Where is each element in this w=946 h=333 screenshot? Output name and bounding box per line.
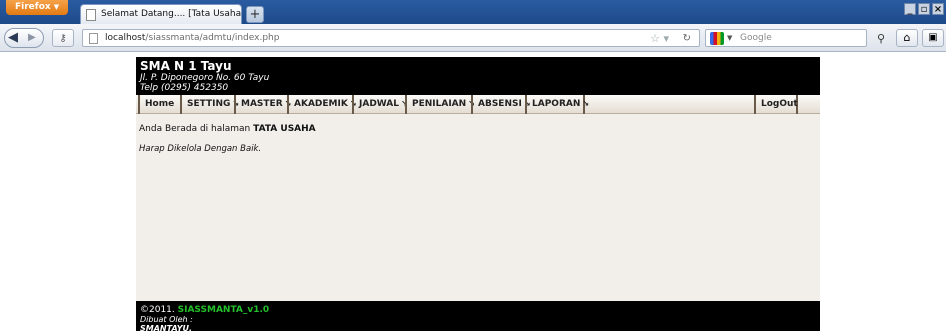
- url-host: localhost: [105, 33, 146, 43]
- minimize-button[interactable]: _: [904, 3, 916, 15]
- copyright-line: ©2011. SIASSMANTA_v1.0: [140, 305, 820, 315]
- site-container: SMA N 1 Tayu Jl. P. Diponegoro No. 60 Ta…: [136, 57, 820, 333]
- menu-absensi[interactable]: ABSENSI ↘: [471, 95, 531, 114]
- restore-button[interactable]: ▫: [918, 3, 930, 15]
- firefox-menu-button[interactable]: Firefox ▼: [6, 0, 68, 15]
- search-bar[interactable]: ▼ Google: [705, 29, 867, 47]
- navigation-toolbar: ◀ ▶ ⚷ localhost/siassmanta/admtu/index.p…: [0, 24, 946, 52]
- tab-active[interactable]: Selamat Datang.... [Tata Usaha : 1203864…: [80, 4, 242, 24]
- menu-label: SETTING: [187, 99, 231, 109]
- google-icon[interactable]: [710, 32, 724, 45]
- menu-master[interactable]: MASTER ↘: [234, 95, 291, 114]
- page-icon: [86, 9, 96, 21]
- site-identity-button[interactable]: ⚷: [52, 29, 74, 47]
- site-footer: ©2011. SIASSMANTA_v1.0 Dibuat Oleh : SMA…: [136, 301, 820, 333]
- web-page: SMA N 1 Tayu Jl. P. Diponegoro No. 60 Ta…: [0, 53, 946, 333]
- menu-label: JADWAL: [359, 99, 400, 109]
- menu-penilaian[interactable]: PENILAIAN ↘: [405, 95, 475, 114]
- app-brand: SIASSMANTA_v1.0: [177, 305, 270, 315]
- new-tab-button[interactable]: +: [246, 6, 264, 23]
- forward-arrow-icon[interactable]: ▶: [28, 32, 36, 43]
- close-window-button[interactable]: ×: [932, 3, 944, 15]
- made-by-label: Dibuat Oleh :: [140, 315, 193, 324]
- home-icon[interactable]: ⌂: [896, 29, 918, 47]
- browser-tabstrip: Firefox ▼ Selamat Datang.... [Tata Usaha …: [0, 0, 946, 24]
- menu-label: ABSENSI: [478, 99, 522, 109]
- site-phone: Telp (0295) 452350: [140, 83, 229, 93]
- logout-label: LogOut: [761, 99, 798, 109]
- site-address: Jl. P. Diponegoro No. 60 Tayu: [140, 73, 270, 83]
- bookmarks-menu-button[interactable]: ▣: [922, 29, 944, 47]
- menu-setting[interactable]: SETTING ↘: [180, 95, 239, 114]
- menu-label: AKADEMIK: [294, 99, 348, 109]
- search-placeholder: Google: [740, 33, 772, 43]
- menu-label: PENILAIAN: [412, 99, 467, 109]
- menu-label: LAPORAN: [532, 99, 581, 109]
- menu-home[interactable]: Home: [138, 95, 180, 114]
- menu-laporan[interactable]: LAPORAN ↘: [525, 95, 589, 114]
- page-icon: [89, 33, 98, 44]
- address-bar[interactable]: localhost/siassmanta/admtu/index.php ☆ ▾…: [82, 29, 700, 47]
- firefox-menu-label: Firefox: [15, 2, 51, 12]
- chevron-down-icon: ▼: [53, 3, 60, 11]
- main-content: Anda Berada di halaman TATA USAHA Harap …: [136, 115, 820, 301]
- menu-akademik[interactable]: AKADEMIK ↘: [287, 95, 357, 114]
- copyright-year: ©2011.: [140, 305, 175, 315]
- main-menu: Home SETTING ↘ MASTER ↘ AKADEMIK ↘ JADWAL ↘ …: [136, 95, 820, 114]
- current-page-name: TATA USAHA: [253, 124, 316, 134]
- site-header: SMA N 1 Tayu Jl. P. Diponegoro No. 60 Ta…: [136, 57, 820, 95]
- menu-jadwal[interactable]: JADWAL ↘: [352, 95, 408, 114]
- menu-label: MASTER: [241, 99, 283, 109]
- chevron-down-icon[interactable]: ▼: [727, 30, 732, 47]
- author-name: SMANTAYU.: [140, 324, 193, 333]
- plus-icon: +: [249, 7, 261, 22]
- search-icon[interactable]: ⚲: [877, 32, 885, 45]
- site-title: SMA N 1 Tayu: [140, 59, 232, 73]
- bookmark-star-icon[interactable]: ☆ ▾: [650, 30, 669, 47]
- back-forward-group: ◀ ▶: [4, 28, 44, 48]
- notice-text: Harap Dikelola Dengan Baik.: [139, 144, 262, 154]
- menu-home-label: Home: [145, 99, 175, 109]
- url-path: /siassmanta/admtu/index.php: [145, 33, 280, 43]
- reload-icon[interactable]: ↻: [683, 30, 691, 47]
- tab-title: Selamat Datang.... [Tata Usaha : 1203864…: [101, 9, 242, 19]
- welcome-prefix: Anda Berada di halaman: [139, 124, 251, 134]
- dropdown-arrow-icon: ↘: [582, 99, 590, 108]
- welcome-message: Anda Berada di halaman TATA USAHA: [139, 123, 820, 135]
- back-arrow-icon[interactable]: ◀: [8, 30, 18, 45]
- logout-button[interactable]: LogOut: [754, 95, 798, 114]
